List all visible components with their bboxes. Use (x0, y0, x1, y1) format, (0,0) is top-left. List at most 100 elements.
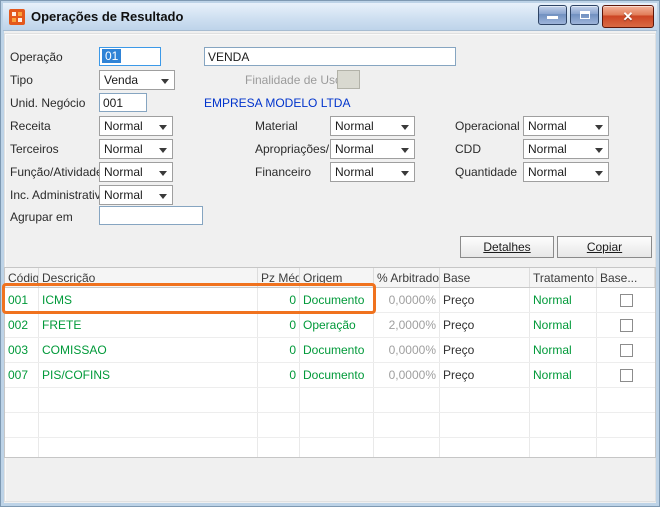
table-row[interactable]: 001 ICMS 0 Documento 0,0000% Preço Normal (5, 288, 655, 313)
cell-base: Preço (440, 363, 530, 387)
material-label: Material (255, 119, 298, 133)
cell-codigo: 002 (5, 313, 39, 337)
cell-arbitrado: 0,0000% (374, 363, 440, 387)
cell-arbitrado: 0,0000% (374, 338, 440, 362)
cell-empty (300, 388, 374, 412)
cell-origem: Documento (300, 363, 374, 387)
cell-pz_medio: 0 (258, 313, 300, 337)
unid-negocio-input[interactable] (99, 93, 147, 112)
table-row[interactable]: 003 COMISSAO 0 Documento 0,0000% Preço Normal (5, 338, 655, 363)
copiar-button[interactable]: Copiar (557, 236, 652, 258)
chevron-down-icon (161, 79, 169, 84)
financeiro-value: Normal (335, 165, 374, 179)
tipo-select[interactable]: Venda (99, 70, 175, 90)
funcao-atividade-label: Função/Atividade (10, 165, 103, 179)
cell-codigo: 001 (5, 288, 39, 312)
inc-administrativa-select[interactable]: Normal (99, 185, 173, 205)
cell-descricao: ICMS (39, 288, 258, 312)
column-header-codigo[interactable]: Código (5, 268, 39, 287)
agrupar-em-input[interactable] (99, 206, 203, 225)
tipo-value: Venda (104, 73, 139, 87)
terceiros-value: Normal (104, 142, 143, 156)
base-checkbox[interactable] (619, 343, 633, 357)
financeiro-select[interactable]: Normal (330, 162, 415, 182)
cell-origem: Documento (300, 338, 374, 362)
receita-select[interactable]: Normal (99, 116, 173, 136)
chevron-down-icon (401, 171, 409, 176)
chevron-down-icon (595, 125, 603, 130)
operacional-value: Normal (528, 119, 567, 133)
cell-empty (39, 438, 258, 457)
cell-tratamento: Normal (530, 288, 597, 312)
close-icon: ✕ (622, 9, 634, 24)
column-header-tratamento[interactable]: Tratamento (530, 268, 597, 287)
funcao-atividade-select[interactable]: Normal (99, 162, 173, 182)
cell-empty (300, 438, 374, 457)
chevron-down-icon (159, 148, 167, 153)
cell-empty (258, 388, 300, 412)
material-select[interactable]: Normal (330, 116, 415, 136)
empresa-label: EMPRESA MODELO LTDA (204, 96, 351, 110)
window-title: Operações de Resultado (31, 9, 184, 24)
cell-base-checkbox (597, 288, 655, 312)
operacional-label: Operacional (455, 119, 520, 133)
cell-codigo: 007 (5, 363, 39, 387)
cell-codigo: 003 (5, 338, 39, 362)
operacao-code-input[interactable]: 01 (99, 47, 161, 66)
cdd-label: CDD (455, 142, 481, 156)
cell-empty (374, 438, 440, 457)
cell-empty (5, 413, 39, 437)
cell-empty (440, 413, 530, 437)
operacao-code-value: 01 (102, 49, 122, 63)
cell-empty (530, 438, 597, 457)
inc-administrativa-value: Normal (104, 188, 143, 202)
grid-body: 001 ICMS 0 Documento 0,0000% Preço Normal 002 FR… (5, 288, 655, 457)
cell-base: Preço (440, 288, 530, 312)
apropriacoes-select[interactable]: Normal (330, 139, 415, 159)
base-checkbox[interactable] (619, 318, 633, 332)
column-header-descricao[interactable]: Descrição (39, 268, 258, 287)
cell-tratamento: Normal (530, 313, 597, 337)
base-checkbox[interactable] (619, 293, 633, 307)
cell-empty (5, 388, 39, 412)
base-checkbox[interactable] (619, 368, 633, 382)
column-header-arbitrado[interactable]: % Arbitrado (374, 268, 440, 287)
detalhes-button-label: Detalhes (483, 240, 531, 254)
cell-empty (440, 388, 530, 412)
cell-base-checkbox (597, 363, 655, 387)
cell-empty (5, 438, 39, 457)
cell-empty (440, 438, 530, 457)
title-bar[interactable]: Operações de Resultado ✕ (3, 3, 657, 31)
maximize-button[interactable] (570, 5, 599, 25)
maximize-icon (579, 11, 590, 19)
operacional-select[interactable]: Normal (523, 116, 609, 136)
operacao-name-input[interactable] (204, 47, 456, 66)
cell-arbitrado: 2,0000% (374, 313, 440, 337)
cell-empty (374, 388, 440, 412)
table-row-empty (5, 413, 655, 438)
cell-empty (300, 413, 374, 437)
app-icon (9, 8, 25, 25)
cdd-select[interactable]: Normal (523, 139, 609, 159)
cell-empty (597, 388, 655, 412)
column-header-origem[interactable]: Origem (300, 268, 374, 287)
chevron-down-icon (595, 148, 603, 153)
detalhes-button[interactable]: Detalhes (460, 236, 554, 258)
column-header-pz-medio[interactable]: Pz Médio (258, 268, 300, 287)
caption-buttons: ✕ (538, 5, 654, 28)
chevron-down-icon (595, 171, 603, 176)
dialog-window: Operações de Resultado ✕ Operação 01 Tip… (0, 0, 660, 507)
finalidade-label: Finalidade de Uso (245, 73, 342, 87)
table-row[interactable]: 002 FRETE 0 Operação 2,0000% Preço Normal (5, 313, 655, 338)
minimize-button[interactable] (538, 5, 567, 25)
column-header-base[interactable]: Base (440, 268, 530, 287)
cell-empty (39, 413, 258, 437)
quantidade-select[interactable]: Normal (523, 162, 609, 182)
column-header-base-check[interactable]: Base... (597, 268, 655, 287)
terceiros-select[interactable]: Normal (99, 139, 173, 159)
cell-base-checkbox (597, 338, 655, 362)
close-button[interactable]: ✕ (602, 5, 654, 28)
table-row[interactable]: 007 PIS/COFINS 0 Documento 0,0000% Preço Norma… (5, 363, 655, 388)
cell-descricao: PIS/COFINS (39, 363, 258, 387)
cell-tratamento: Normal (530, 363, 597, 387)
